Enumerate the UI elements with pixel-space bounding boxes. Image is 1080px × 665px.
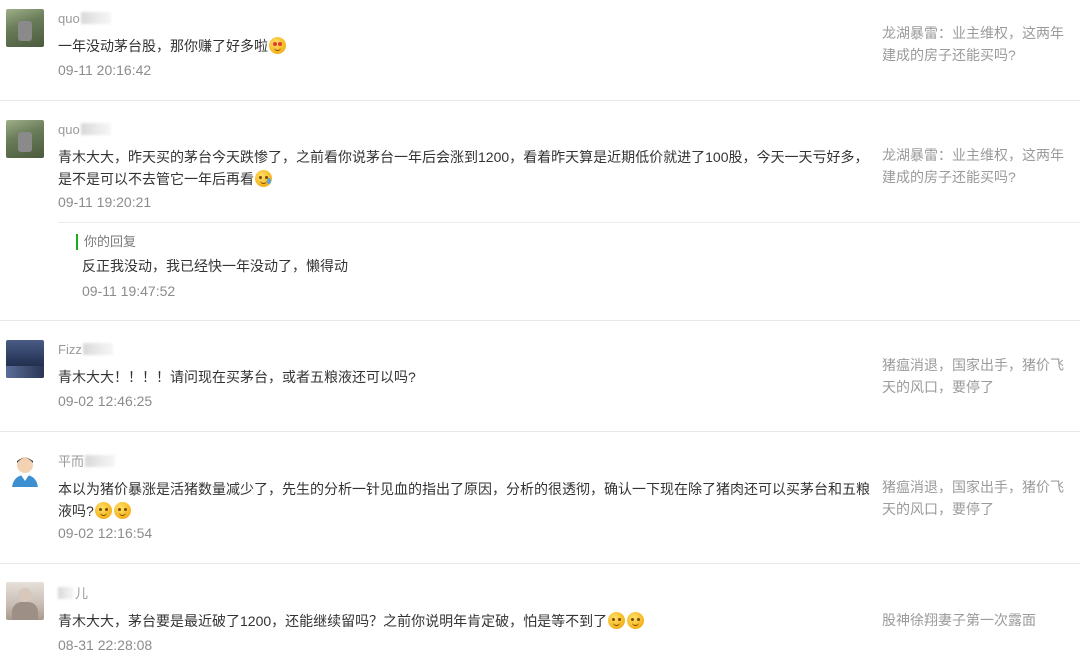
avatar[interactable] [6, 340, 44, 378]
nickname[interactable]: quo [58, 121, 111, 139]
nickname[interactable]: Fizz [58, 341, 113, 359]
nickname[interactable]: 儿 [58, 585, 88, 603]
crying-laughing-emoji-icon [255, 170, 272, 187]
article-link[interactable]: 猪瘟消退，国家出手，猪价飞天的风口，要停了 [882, 476, 1077, 520]
comment-item: quo 一年没动茅台股，那你赚了好多啦 09-11 20:16:42 龙湖暴雷：… [0, 0, 1080, 100]
smile-emoji-icon [94, 502, 112, 519]
comment-time: 09-11 20:16:42 [58, 62, 152, 78]
avatar[interactable] [6, 120, 44, 158]
nickname[interactable]: quo [58, 10, 111, 28]
article-link[interactable]: 猪瘟消退，国家出手，猪价飞天的风口，要停了 [882, 354, 1077, 398]
thinking-emoji-icon [627, 612, 645, 629]
comment-time: 09-11 19:20:21 [58, 194, 152, 210]
reply-divider [58, 222, 1080, 223]
smile-emoji-icon [113, 502, 131, 519]
comment-item: 儿 青木大大，茅台要是最近破了1200，还能继续留吗？之前你说明年肯定破，怕是等… [0, 564, 1080, 665]
comment-text: 青木大大！！！！请问现在买茅台，或者五粮液还可以吗? [58, 369, 416, 385]
nickname[interactable]: 平而 [58, 453, 116, 471]
comment-item: 平而 本以为猪价暴涨是活猪数量减少了，先生的分析一针见血的指出了原因，分析的很透… [0, 432, 1080, 563]
avatar[interactable] [6, 9, 44, 47]
avatar[interactable] [6, 582, 44, 620]
person-avatar-icon [12, 457, 38, 487]
comment-item: Fizz 青木大大！！！！请问现在买茅台，或者五粮液还可以吗? 09-02 12… [0, 321, 1080, 431]
article-link[interactable]: 龙湖暴雷：业主维权，这两年建成的房子还能买吗? [882, 144, 1077, 188]
comment-time: 09-02 12:46:25 [58, 393, 153, 409]
reply-text: 反正我没动，我已经快一年没动了，懒得动 [82, 258, 348, 274]
comment-text: 本以为猪价暴涨是活猪数量减少了，先生的分析一针见血的指出了原因，分析的很透彻，确… [58, 481, 870, 519]
comment-time: 08-31 22:28:08 [58, 637, 153, 653]
article-link[interactable]: 股神徐翔妻子第一次露面 [882, 609, 1077, 631]
reply-time: 09-11 19:47:52 [82, 283, 176, 299]
heart-eyes-emoji-icon [269, 37, 286, 54]
avatar[interactable] [6, 451, 44, 489]
comment-time: 09-02 12:16:54 [58, 525, 153, 541]
reply-label: 你的回复 [76, 234, 136, 250]
comment-item: quo 青木大大，昨天买的茅台今天跌惨了，之前看你说茅台一年后会涨到1200，看… [0, 101, 1080, 320]
comment-text: 青木大大，昨天买的茅台今天跌惨了，之前看你说茅台一年后会涨到1200，看着昨天算… [58, 149, 869, 187]
article-link[interactable]: 龙湖暴雷：业主维权，这两年建成的房子还能买吗? [882, 22, 1077, 66]
thinking-emoji-icon [608, 612, 626, 629]
comment-text: 一年没动茅台股，那你赚了好多啦 [58, 35, 873, 57]
comment-text: 青木大大，茅台要是最近破了1200，还能继续留吗？之前你说明年肯定破，怕是等不到… [58, 610, 873, 632]
